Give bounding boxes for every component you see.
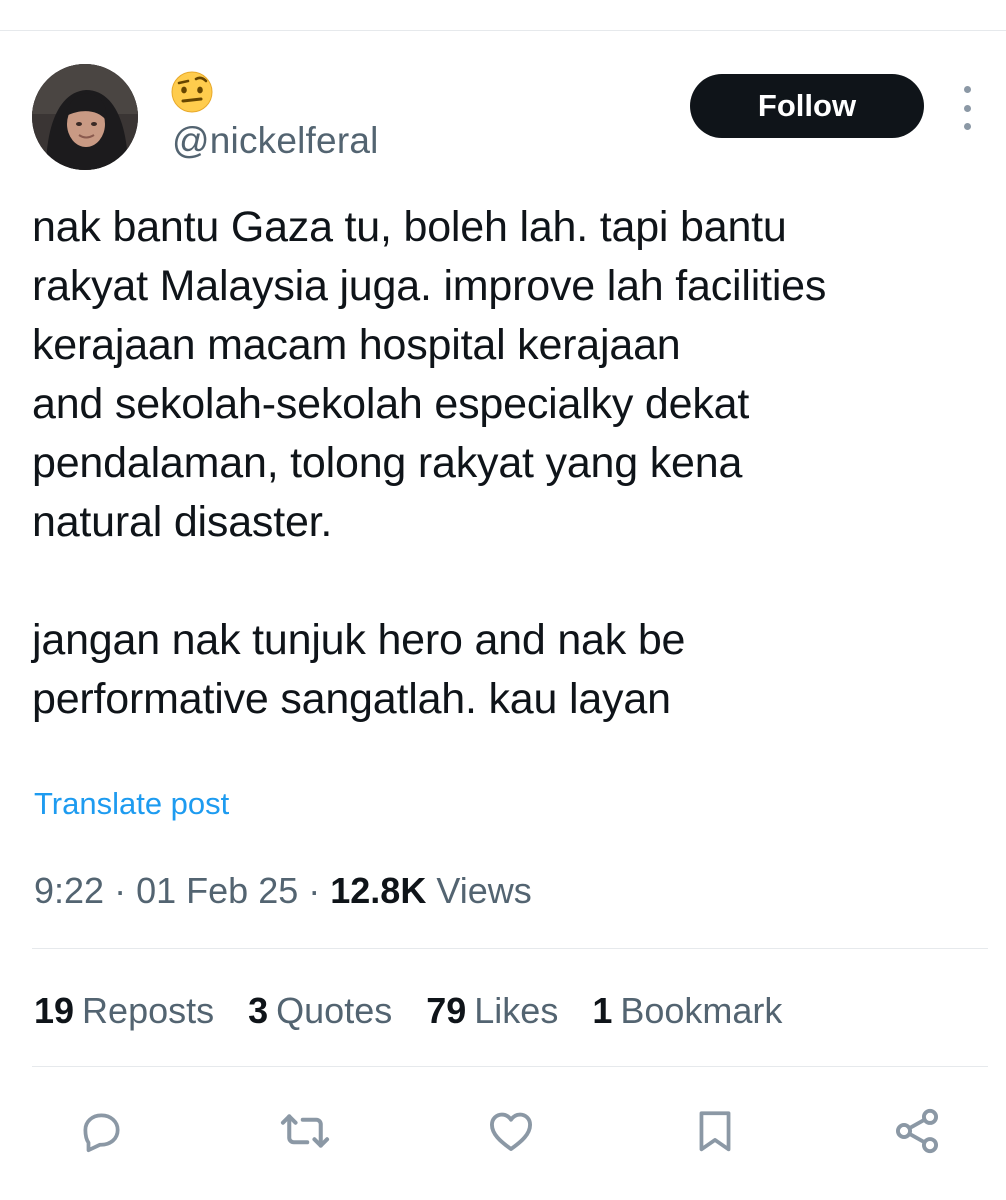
reply-icon[interactable] [74,1104,128,1158]
divider [32,1066,988,1067]
reposts-label: Reposts [82,990,215,1031]
quotes-count: 3 [248,990,269,1031]
post-line: rakyat Malaysia juga. improve lah facili… [32,262,827,310]
bookmark-icon[interactable] [688,1104,742,1158]
profile-photo-icon [32,64,138,170]
divider [32,948,988,949]
post-time[interactable]: 9:22 [34,870,104,911]
top-divider [0,30,1006,31]
avatar[interactable] [32,64,138,170]
post-text: nak bantu Gaza tu, boleh lah. tapi bantu… [32,198,982,729]
translate-post-link[interactable]: Translate post [34,786,229,822]
views-label[interactable]: Views [436,870,531,911]
more-vertical-icon[interactable] [954,86,980,130]
share-icon[interactable] [890,1104,944,1158]
reposts-count: 19 [34,990,75,1031]
reposts-stat[interactable]: 19 Reposts [34,990,214,1032]
bookmarks-count: 1 [592,990,613,1031]
likes-label: Likes [474,990,559,1031]
bookmarks-stat[interactable]: 1 Bookmark [592,990,782,1032]
post-line: performative sangatlah. kau layan [32,675,671,723]
post-date[interactable]: 01 Feb 25 [136,870,298,911]
post-line: natural disaster. [32,498,333,546]
raised-eyebrow-emoji-icon [170,70,214,114]
quotes-stat[interactable]: 3 Quotes [248,990,392,1032]
post-line: nak bantu Gaza tu, boleh lah. tapi bantu [32,203,787,251]
follow-button[interactable]: Follow [690,74,924,138]
author-handle[interactable]: @nickelferal [172,120,379,162]
meta-separator: · [114,870,127,911]
post-line: pendalaman, tolong rakyat yang kena [32,439,743,487]
post-line: kerajaan macam hospital kerajaan [32,321,681,369]
post-line: jangan nak tunjuk hero and nak be [32,616,686,664]
views-count[interactable]: 12.8K [330,870,426,911]
engagement-stats: 19 Reposts 3 Quotes 79 Likes 1 Bookmark [34,990,782,1032]
meta-separator: · [308,870,321,911]
quotes-label: Quotes [276,990,393,1031]
post-line: and sekolah-sekolah especialky dekat [32,380,750,428]
like-icon[interactable] [484,1104,538,1158]
likes-count: 79 [426,990,467,1031]
post-meta: 9:22 · 01 Feb 25 · 12.8K Views [34,870,532,912]
repost-icon[interactable] [278,1104,332,1158]
bookmarks-label: Bookmark [620,990,783,1031]
likes-stat[interactable]: 79 Likes [426,990,558,1032]
